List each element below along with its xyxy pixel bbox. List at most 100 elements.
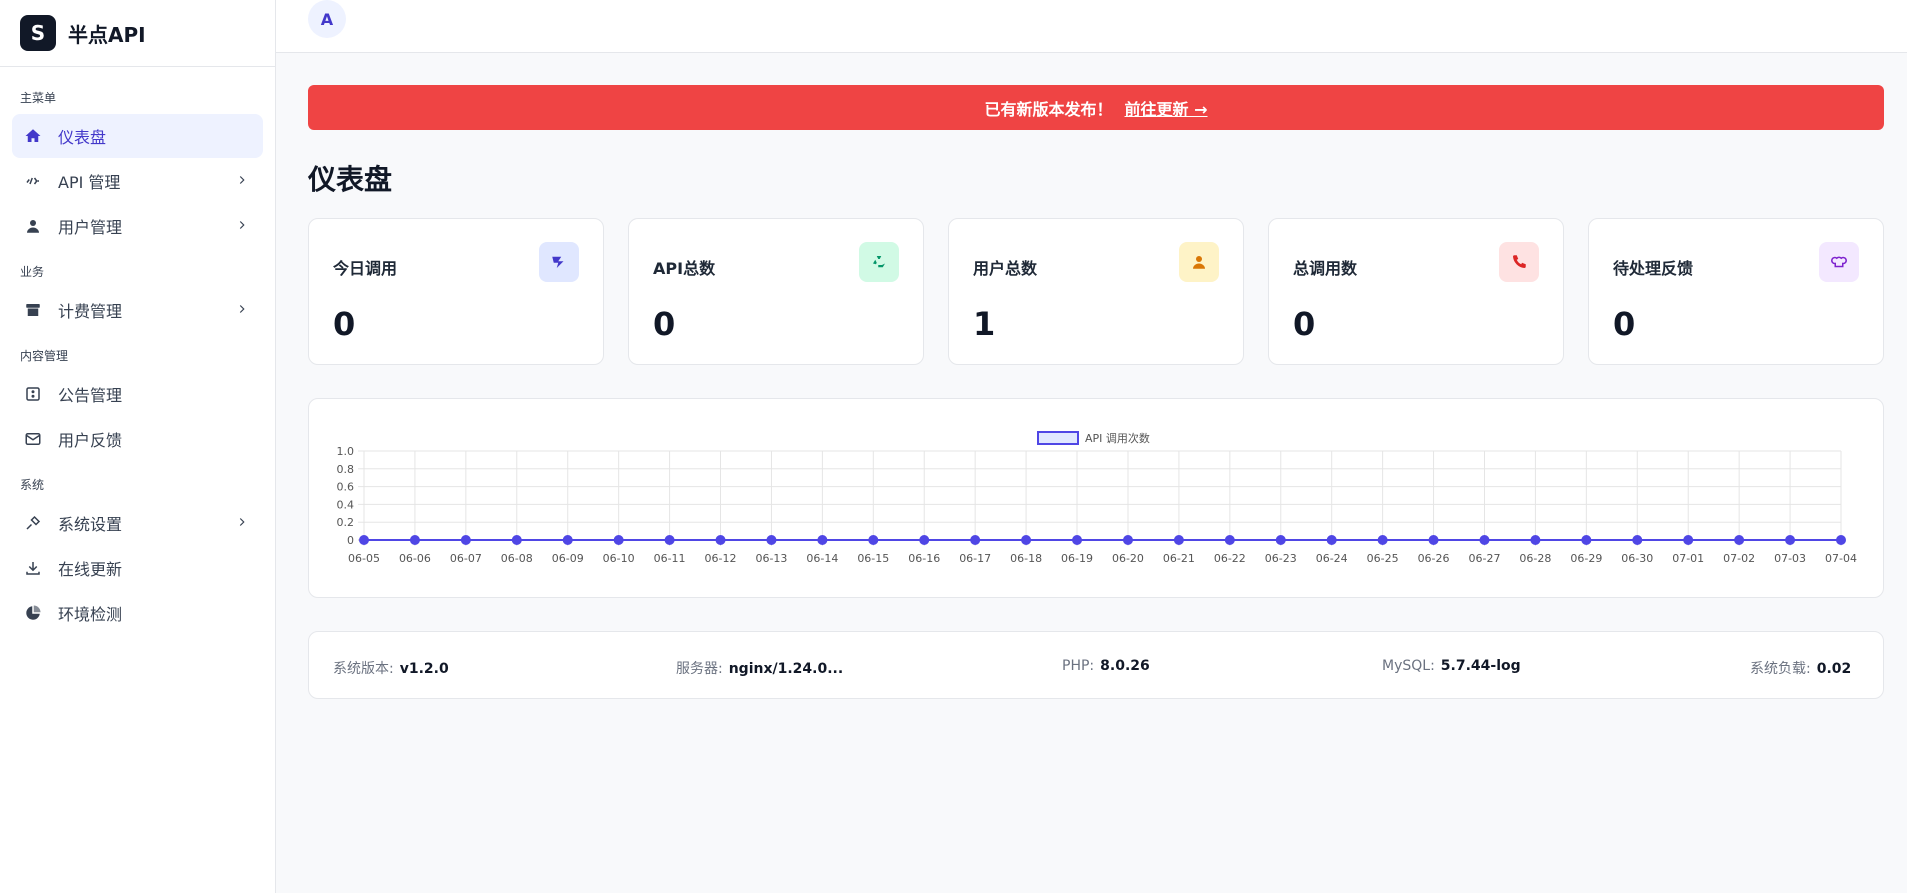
sidebar-item[interactable]: 仪表盘 [12, 114, 263, 158]
data-point [1072, 535, 1083, 545]
x-tick-label: 06-20 [1112, 552, 1144, 565]
stat-value: 0 [653, 305, 676, 343]
y-tick-label: 0.8 [337, 463, 355, 476]
chart-card: 0 0.2 0.4 0.6 0.8 1.0 06-05 06-06 06-07 06-08 06-0… [308, 398, 1884, 598]
sidebar: S 半点API 主菜单仪表盘 API 管理 用户管理业务计费管理内容管理公告管理用户… [0, 0, 276, 893]
settings-icon [22, 512, 44, 534]
x-tick-label: 06-22 [1214, 552, 1246, 565]
y-tick-label: 0 [347, 534, 354, 547]
data-point [1122, 535, 1133, 545]
chef-hat-icon [1819, 242, 1859, 282]
x-tick-label: 06-05 [348, 552, 380, 565]
nav-section-title: 内容管理 [20, 349, 69, 363]
sidebar-item[interactable]: 公告管理 [12, 372, 263, 416]
x-tick-label: 06-08 [501, 552, 533, 565]
data-point [1173, 535, 1184, 545]
x-tick-label: 06-13 [755, 552, 787, 565]
download-icon [22, 557, 44, 579]
nav-section-title: 主菜单 [20, 91, 57, 105]
phone-icon [1499, 242, 1539, 282]
info-value: 5.7.44-log [1440, 658, 1521, 674]
data-point [511, 535, 522, 545]
mail-icon [22, 428, 44, 450]
sidebar-item[interactable]: 计费管理 [12, 288, 263, 332]
info-label: 服务器: [676, 661, 723, 677]
system-info-item: 服务器: nginx/1.24.0... [676, 658, 843, 678]
data-point [1836, 535, 1846, 545]
legend-label: API 调用次数 [1085, 431, 1150, 445]
data-point [460, 535, 471, 545]
nav-section-title: 系统 [20, 478, 45, 492]
data-point [715, 535, 726, 545]
topbar: A [276, 0, 1907, 53]
system-info-item: MySQL: 5.7.44-log [1382, 658, 1521, 674]
chevron-right-icon [235, 217, 249, 231]
sidebar-item-label: API 管理 [58, 173, 121, 192]
sidebar-item-label: 环境检测 [58, 605, 123, 624]
data-point [817, 535, 828, 545]
x-tick-label: 06-25 [1367, 552, 1399, 565]
sidebar-item-label: 在线更新 [58, 560, 123, 579]
sidebar-nav: 主菜单仪表盘 API 管理 用户管理业务计费管理内容管理公告管理用户反馈系统系统设置… [0, 67, 275, 654]
data-point [664, 535, 675, 545]
chevron-right-icon [235, 514, 249, 528]
system-info-item: 系统负载: 0.02 [1750, 658, 1851, 678]
chevron-right-icon [235, 301, 249, 315]
sidebar-item-label: 公告管理 [58, 386, 123, 405]
data-point [766, 535, 777, 545]
x-tick-label: 06-29 [1570, 552, 1602, 565]
data-point [1530, 535, 1541, 545]
y-tick-label: 0.6 [337, 481, 355, 494]
system-info-card: 系统版本: v1.2.0 服务器: nginx/1.24.0... PHP: 8.0.26… [308, 631, 1884, 699]
x-tick-label: 06-07 [450, 552, 482, 565]
stat-value: 0 [333, 305, 356, 343]
sidebar-item[interactable]: 系统设置 [12, 501, 263, 545]
update-banner: 已有新版本发布！ 前往更新 → [308, 85, 1884, 130]
sidebar-item-label: 用户反馈 [58, 431, 123, 450]
x-tick-label: 07-04 [1825, 552, 1857, 565]
brand[interactable]: S 半点API [0, 0, 275, 67]
x-tick-label: 06-12 [705, 552, 737, 565]
info-value: 8.0.26 [1100, 658, 1150, 674]
sidebar-item[interactable]: 用户反馈 [12, 417, 263, 461]
data-point [1377, 535, 1388, 545]
avatar[interactable]: A [308, 0, 346, 38]
data-point [1224, 535, 1235, 545]
x-tick-label: 06-26 [1418, 552, 1450, 565]
stats-row: 今日调用 0 API总数 0 用户总数 1 总调用数 0 待处理反馈 0 [308, 218, 1884, 365]
banner-text: 已有新版本发布！ [984, 99, 1113, 119]
user-icon [1179, 242, 1219, 282]
data-point [1021, 535, 1032, 545]
x-tick-label: 06-14 [806, 552, 838, 565]
stat-card: 待处理反馈 0 [1588, 218, 1884, 365]
x-tick-label: 06-28 [1519, 552, 1551, 565]
nav-section-title: 业务 [20, 265, 45, 279]
update-link[interactable]: 前往更新 → [1125, 96, 1208, 120]
info-label: 系统负载: [1750, 661, 1811, 677]
stat-card: 总调用数 0 [1268, 218, 1564, 365]
x-tick-label: 06-23 [1265, 552, 1297, 565]
info-label: MySQL: [1382, 658, 1435, 674]
data-point [1683, 535, 1694, 545]
sidebar-item[interactable]: API 管理 [12, 159, 263, 203]
legend-swatch [1037, 431, 1079, 445]
sidebar-item[interactable]: 在线更新 [12, 546, 263, 590]
stat-card: 用户总数 1 [948, 218, 1244, 365]
x-tick-label: 06-30 [1621, 552, 1653, 565]
x-tick-label: 06-06 [399, 552, 431, 565]
data-point [1326, 535, 1337, 545]
y-tick-label: 0.2 [337, 516, 355, 529]
pie-chart-icon [22, 602, 44, 624]
info-value: v1.2.0 [399, 661, 449, 677]
archive-icon [22, 299, 44, 321]
code-icon [22, 170, 44, 192]
sidebar-item-label: 仪表盘 [58, 128, 107, 147]
sidebar-item[interactable]: 环境检测 [12, 591, 263, 635]
home-icon [22, 125, 44, 147]
y-tick-label: 0.4 [337, 498, 355, 511]
stat-card: API总数 0 [628, 218, 924, 365]
sidebar-item-label: 系统设置 [58, 515, 123, 534]
sidebar-item[interactable]: 用户管理 [12, 204, 263, 248]
sidebar-item-label: 用户管理 [58, 218, 123, 237]
user-icon [22, 215, 44, 237]
